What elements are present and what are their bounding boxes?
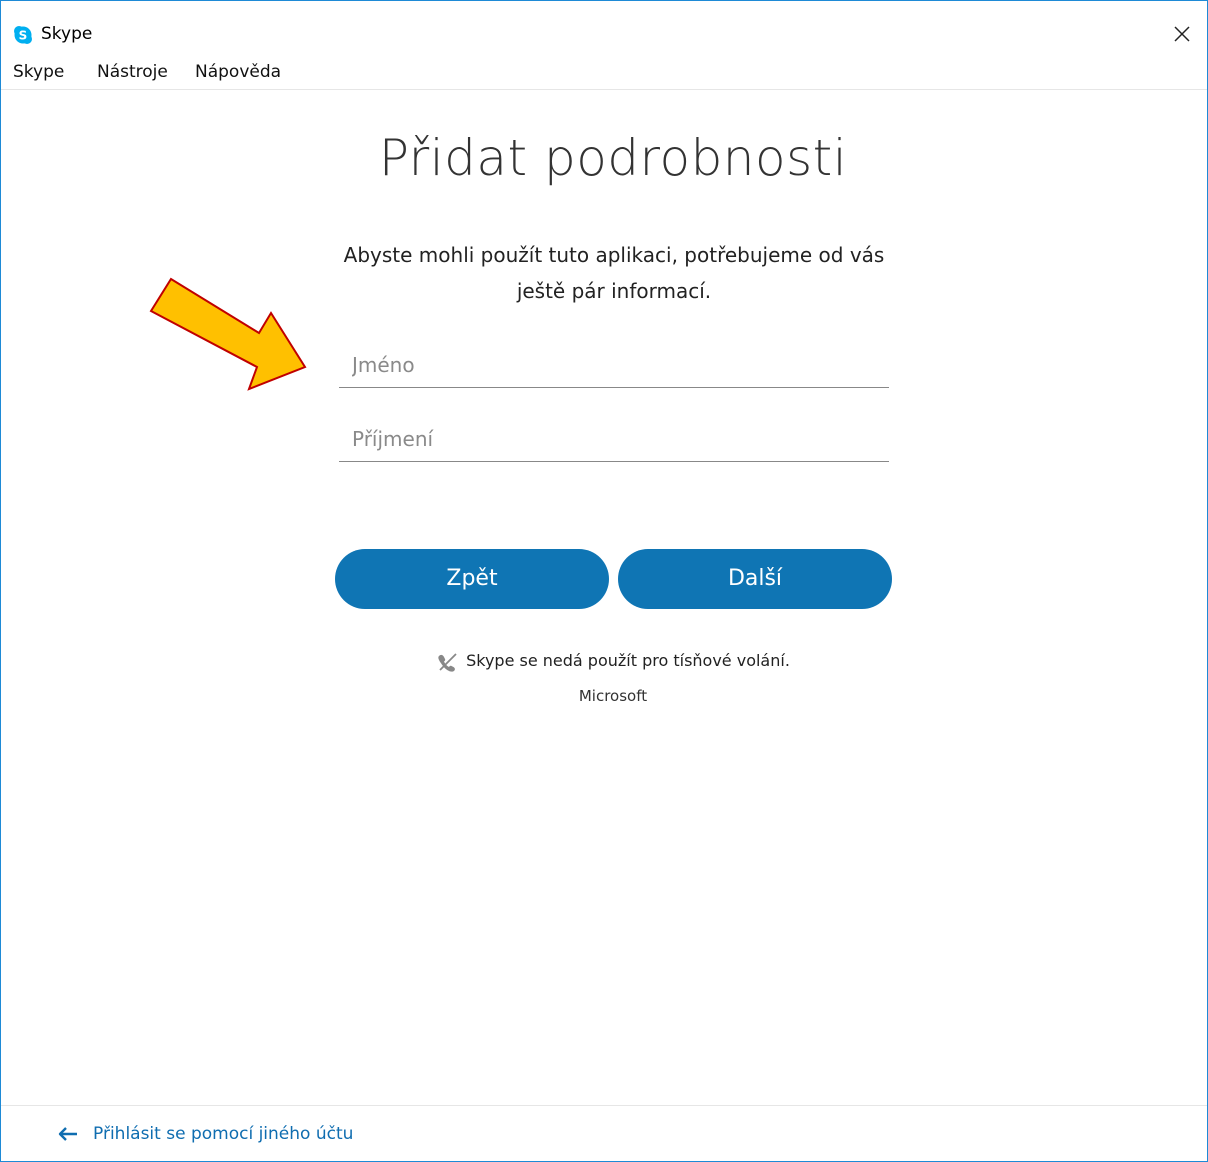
svg-text:S: S xyxy=(19,29,28,43)
annotation-arrow-icon xyxy=(149,277,307,391)
arrow-left-icon xyxy=(58,1127,77,1141)
menu-tools[interactable]: Nástroje xyxy=(97,61,168,83)
window-title: Skype xyxy=(41,24,93,44)
page-subtitle: Abyste mohli použít tuto aplikaci, potře… xyxy=(343,243,885,303)
menu-skype[interactable]: Skype xyxy=(13,61,64,83)
first-name-field[interactable] xyxy=(339,343,889,388)
back-button[interactable]: Zpět xyxy=(335,549,609,609)
switch-account-label: Přihlásit se pomocí jiného účtu xyxy=(93,1124,354,1144)
menu-help[interactable]: Nápověda xyxy=(195,61,281,83)
first-name-input[interactable] xyxy=(339,343,889,387)
no-emergency-call-icon xyxy=(438,652,457,672)
switch-account-link[interactable]: Přihlásit se pomocí jiného účtu xyxy=(57,1122,353,1146)
last-name-input[interactable] xyxy=(339,417,889,461)
title-bar: S Skype xyxy=(1,1,1207,57)
menu-bar: Skype Nástroje Nápověda xyxy=(1,57,1207,90)
last-name-field[interactable] xyxy=(339,417,889,462)
footer: Přihlásit se pomocí jiného účtu xyxy=(1,1105,1207,1162)
skype-logo-icon: S xyxy=(14,26,32,44)
close-icon[interactable] xyxy=(1167,19,1197,49)
page-title: Přidat podrobnosti xyxy=(378,129,848,187)
emergency-note-text: Skype se nedá použít pro tísňové volání. xyxy=(466,651,790,670)
company-label: Microsoft xyxy=(578,687,648,705)
next-button[interactable]: Další xyxy=(618,549,892,609)
emergency-note: Skype se nedá použít pro tísňové volání. xyxy=(1,649,1208,673)
skype-window: S Skype Skype Nástroje Nápověda Přidat p… xyxy=(0,0,1208,1162)
